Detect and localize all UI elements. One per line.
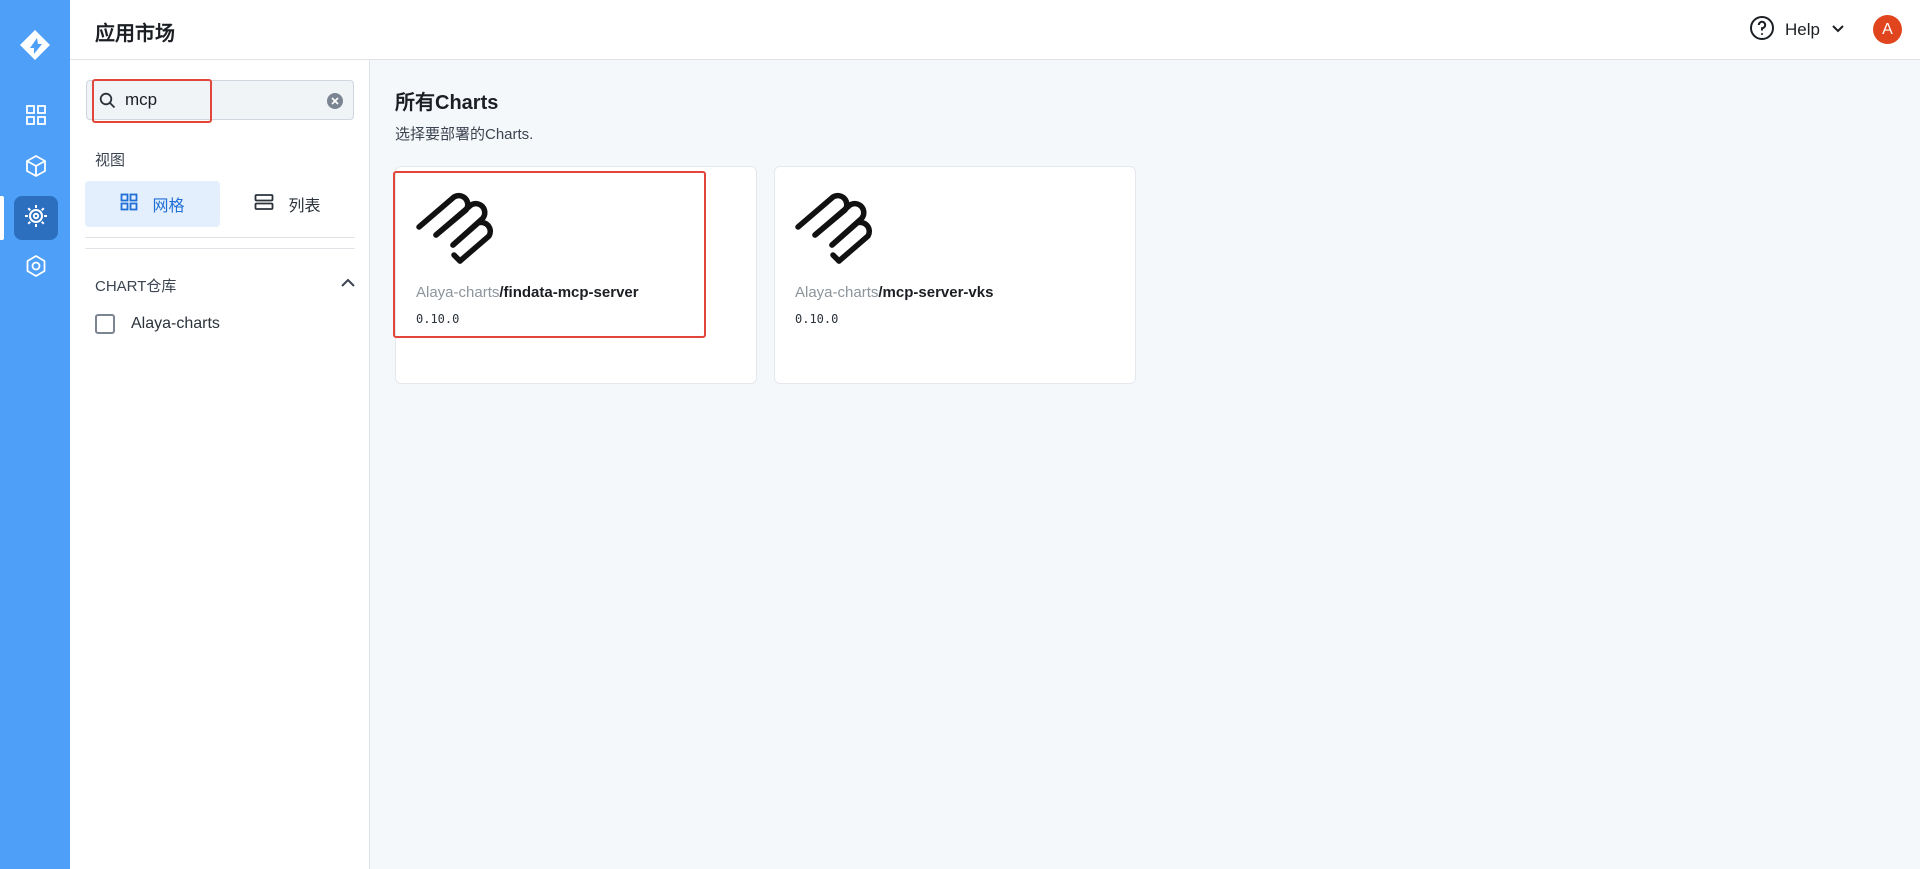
help-menu[interactable]: Help (1749, 15, 1846, 46)
chevron-down-icon (1830, 20, 1846, 41)
search-icon (99, 92, 116, 114)
chart-title: /mcp-server-vks (878, 284, 994, 301)
view-list-button[interactable]: 列表 (220, 181, 355, 227)
chart-title: /findata-mcp-server (499, 284, 639, 301)
sidebar-divider (85, 248, 355, 249)
charts-subtitle: 选择要部署的Charts. (395, 126, 534, 143)
chart-card[interactable]: Alaya-charts/mcp-server-vks 0.10.0 (774, 166, 1136, 384)
question-circle-icon (1749, 15, 1775, 46)
charts-main-area: 所有Charts 选择要部署的Charts. Alaya-charts/find… (371, 60, 1920, 869)
chart-name: Alaya-charts/mcp-server-vks (795, 284, 993, 301)
search-input[interactable] (125, 87, 315, 113)
chart-version: 0.10.0 (795, 312, 839, 326)
grid-icon (120, 193, 138, 216)
view-toggle: 网格 列表 (85, 181, 355, 227)
view-grid-label: 网格 (152, 198, 185, 215)
product-logo-icon[interactable] (17, 27, 53, 63)
repo-label: Alaya-charts (131, 315, 220, 332)
chevron-up-icon[interactable] (339, 274, 357, 297)
filter-sidebar: 视图 网格 列表 CHART仓库 (70, 60, 370, 869)
chart-repo-title: CHART仓库 (95, 277, 177, 295)
top-header: 应用市场 Help A (70, 0, 1920, 60)
nav-item-settings[interactable] (14, 246, 58, 290)
list-icon (254, 193, 274, 216)
app-market-gear-icon (23, 203, 49, 234)
cube-icon (24, 154, 48, 183)
view-grid-button[interactable]: 网格 (85, 181, 220, 227)
user-avatar[interactable]: A (1873, 15, 1902, 44)
chart-card[interactable]: Alaya-charts/findata-mcp-server 0.10.0 (395, 166, 757, 384)
nav-active-indicator (0, 196, 4, 240)
charts-title: 所有Charts (395, 92, 499, 114)
chart-repo-name: Alaya-charts (795, 284, 879, 301)
spring-chart-logo-icon (416, 185, 494, 267)
clear-search-icon[interactable] (327, 93, 343, 109)
sidebar-divider (85, 237, 355, 238)
view-list-label: 列表 (288, 198, 321, 215)
repo-checkbox[interactable] (95, 314, 115, 334)
dashboard-grid-icon (25, 104, 47, 131)
chart-version: 0.10.0 (416, 312, 460, 326)
settings-gear-icon (24, 254, 48, 283)
help-label: Help (1785, 20, 1820, 39)
view-section-label: 视图 (95, 152, 126, 169)
search-box (86, 80, 354, 120)
chart-repo-section-header[interactable]: CHART仓库 (95, 273, 357, 297)
spring-chart-logo-icon (795, 185, 873, 267)
page-title: 应用市场 (95, 23, 175, 45)
left-nav-rail (0, 0, 70, 869)
nav-item-dashboard[interactable] (14, 95, 58, 139)
chart-repo-name: Alaya-charts (416, 284, 500, 301)
repo-filter-alaya-charts[interactable]: Alaya-charts (95, 314, 220, 334)
chart-name: Alaya-charts/findata-mcp-server (416, 284, 639, 301)
nav-item-app-market[interactable] (14, 196, 58, 240)
nav-item-resources[interactable] (14, 146, 58, 190)
